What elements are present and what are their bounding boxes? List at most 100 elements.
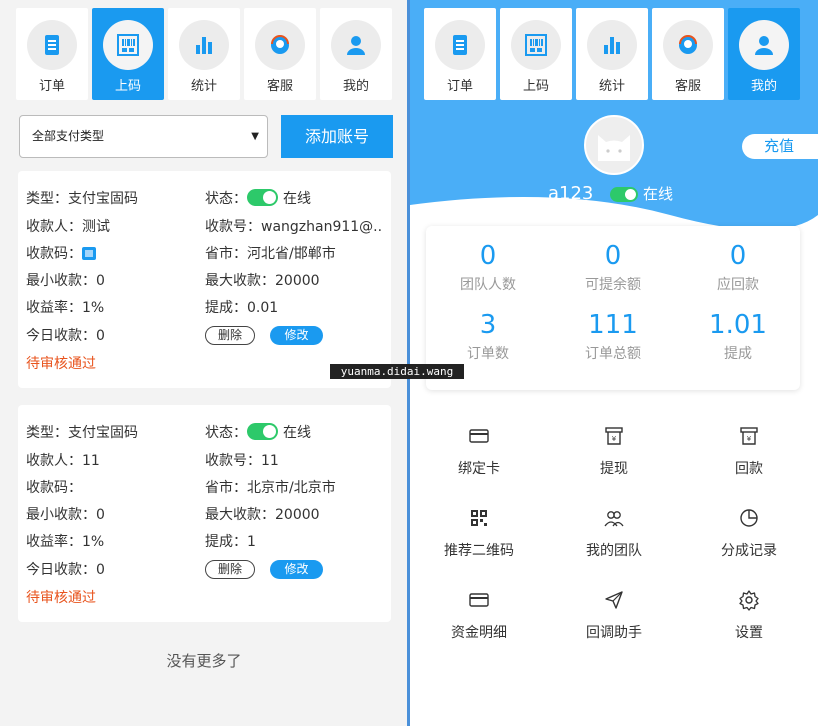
barcode-icon: [103, 20, 153, 70]
account-number-text: 收款号：11: [205, 453, 279, 469]
stat-order-count: 3 订单数: [426, 310, 550, 363]
right-panel: 订单 上码 统计 客服 我的 充值 a123 在线 0 团队人数 0 可提余额 …: [410, 0, 818, 726]
stat-label: 可提余额: [585, 277, 641, 293]
status-row: 状态： 在线: [205, 189, 311, 209]
review-status: 待审核通过: [26, 590, 96, 606]
avatar[interactable]: [584, 115, 644, 175]
bar-chart-icon: [179, 20, 229, 70]
today-amount-text: 今日收款：0: [26, 328, 105, 344]
payee-text: 收款人：11: [26, 453, 100, 469]
card-icon: [469, 429, 489, 443]
add-account-button[interactable]: 添加账号: [281, 115, 393, 158]
nav-label: 订单: [38, 79, 65, 94]
nav-label: 统计: [598, 79, 625, 94]
menu-callback-helper[interactable]: 回调助手: [549, 589, 679, 642]
menu-bind-card[interactable]: 绑定卡: [414, 425, 544, 478]
stat-value: 0: [729, 241, 747, 271]
menu-label: 提现: [600, 461, 628, 477]
send-icon: [605, 591, 623, 609]
nav-orders[interactable]: 订单: [424, 8, 496, 100]
min-amount-text: 最小收款：0: [26, 507, 105, 523]
stat-value: 111: [588, 310, 638, 340]
status-toggle[interactable]: [247, 423, 278, 440]
stat-label: 团队人数: [460, 277, 516, 293]
bar-chart-icon: [587, 20, 637, 70]
payee-text: 收款人：测试: [26, 219, 110, 235]
stats-card: 0 团队人数 0 可提余额 0 应回款 3 订单数 111 订单总额 1.01 …: [426, 226, 800, 390]
nav-upload-code[interactable]: 上码: [92, 8, 164, 100]
clipboard-icon: [27, 20, 77, 70]
barcode-icon: [511, 20, 561, 70]
svg-text:¥: ¥: [612, 435, 617, 443]
nav-label: 我的: [750, 79, 777, 94]
nav-orders[interactable]: 订单: [16, 8, 88, 100]
nav-upload-code[interactable]: 上码: [500, 8, 572, 100]
status-row: 状态： 在线: [205, 423, 311, 443]
left-panel: 订单 上码 统计 客服 我的 全部支付类型 ▼ 添加账号 类型：支付宝固码 状态…: [0, 0, 408, 726]
edit-button[interactable]: 修改: [270, 326, 323, 345]
region-text: 省市：北京市/北京市: [205, 480, 336, 496]
menu-label: 分成记录: [721, 543, 777, 559]
nav-stats[interactable]: 统计: [168, 8, 240, 100]
team-icon: [604, 511, 624, 527]
stat-value: 0: [604, 241, 622, 271]
status-toggle[interactable]: [610, 187, 638, 202]
nav-support[interactable]: 客服: [652, 8, 724, 100]
stat-value: 1.01: [709, 310, 767, 340]
type-text: 类型：支付宝固码: [26, 425, 138, 441]
nav-label: 客服: [674, 79, 701, 94]
type-text: 类型：支付宝固码: [26, 191, 138, 207]
commission-text: 提成：1: [205, 534, 256, 550]
qrcode-image-icon[interactable]: [82, 247, 96, 260]
rate-text: 收益率：1%: [26, 300, 105, 316]
stat-due-repayment: 0 应回款: [676, 241, 800, 294]
status-text: 在线: [643, 185, 674, 203]
menu-split-records[interactable]: 分成记录: [684, 507, 814, 560]
menu-repayment[interactable]: ¥ 回款: [684, 425, 814, 478]
menu-label: 推荐二维码: [444, 543, 514, 559]
bottom-nav: 订单 上码 统计 客服 我的: [16, 8, 396, 100]
stat-value: 3: [479, 310, 497, 340]
withdraw-icon: ¥: [605, 427, 623, 445]
status-toggle[interactable]: [247, 189, 278, 206]
watermark: yuanma.didai.wang: [330, 364, 464, 379]
nav-stats[interactable]: 统计: [576, 8, 648, 100]
menu-label: 设置: [735, 625, 763, 641]
payment-type-select[interactable]: 全部支付类型 ▼: [19, 115, 268, 158]
edit-button[interactable]: 修改: [270, 560, 323, 579]
cat-avatar-icon: [598, 135, 630, 161]
nav-support[interactable]: 客服: [244, 8, 316, 100]
settings-icon: [739, 590, 759, 611]
nav-mine[interactable]: 我的: [728, 8, 800, 100]
caret-down-icon: ▼: [251, 131, 259, 142]
recharge-button[interactable]: 充值: [742, 134, 818, 159]
max-amount-text: 最大收款：20000: [205, 273, 320, 289]
delete-button[interactable]: 删除: [205, 560, 255, 579]
menu-label: 我的团队: [586, 543, 642, 559]
account-number-text: 收款号：wangzhan911@..: [205, 219, 383, 235]
max-amount-text: 最大收款：20000: [205, 507, 320, 523]
qrcode-icon: [471, 510, 487, 526]
today-amount-text: 今日收款：0: [26, 562, 105, 578]
status-value: 在线: [283, 191, 311, 207]
user-icon: [331, 20, 381, 70]
stat-label: 订单总额: [585, 346, 641, 362]
menu-label: 绑定卡: [458, 461, 500, 477]
delete-button[interactable]: 删除: [205, 326, 255, 345]
menu-label: 回款: [735, 461, 763, 477]
svg-text:¥: ¥: [747, 435, 752, 443]
menu-referral-qrcode[interactable]: 推荐二维码: [414, 507, 544, 560]
stat-label: 提成: [724, 346, 752, 362]
nav-mine[interactable]: 我的: [320, 8, 392, 100]
status-label: 状态：: [205, 191, 247, 207]
menu-settings[interactable]: 设置: [684, 589, 814, 642]
rate-text: 收益率：1%: [26, 534, 105, 550]
min-amount-text: 最小收款：0: [26, 273, 105, 289]
wallet-icon: [469, 593, 489, 607]
nav-label: 统计: [190, 79, 217, 94]
nav-label: 我的: [342, 79, 369, 94]
status-value: 在线: [283, 425, 311, 441]
menu-my-team[interactable]: 我的团队: [549, 507, 679, 560]
menu-withdraw[interactable]: ¥ 提现: [549, 425, 679, 478]
menu-fund-details[interactable]: 资金明细: [414, 589, 544, 642]
